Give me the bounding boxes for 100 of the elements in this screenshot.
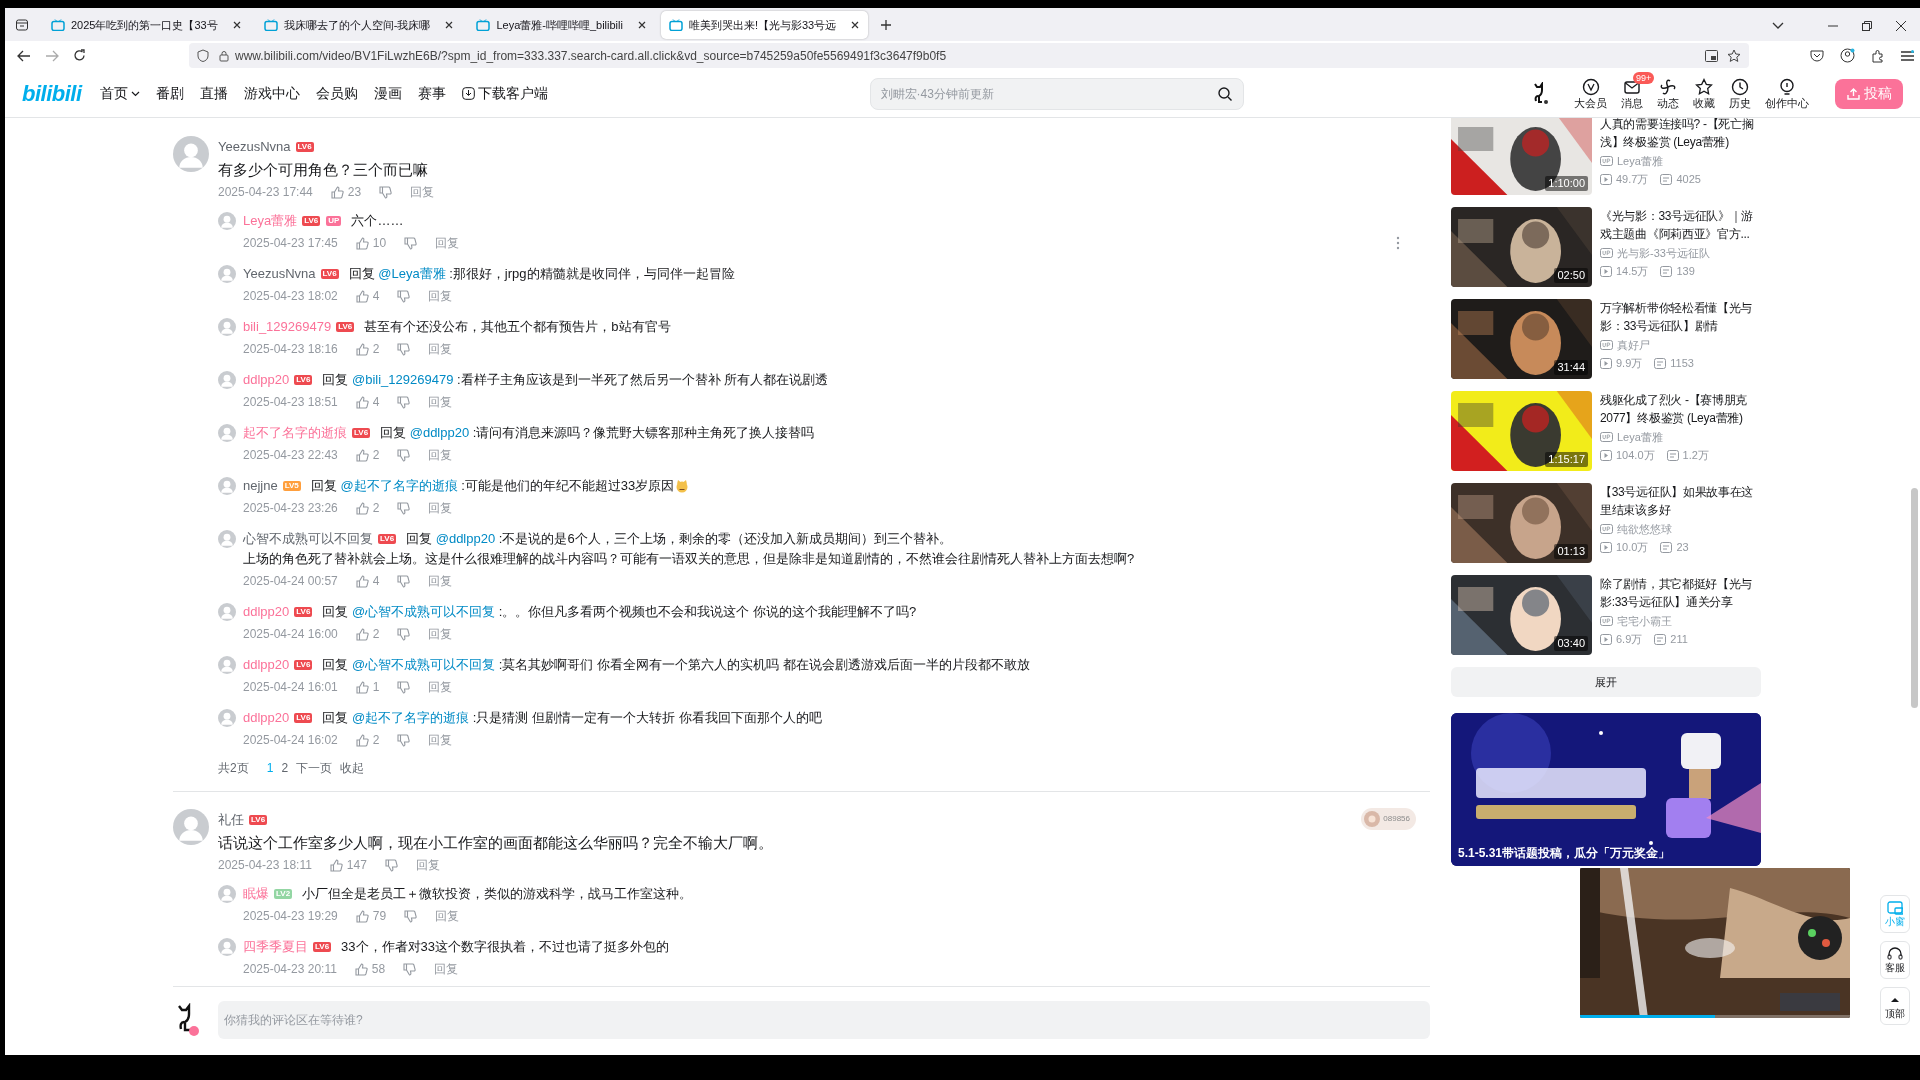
nav-link[interactable]: 漫画 <box>373 83 402 104</box>
browser-tab[interactable]: 我床哪去了的个人空间-我床哪 <box>255 11 463 39</box>
mention-link[interactable]: @起不了名字的逝痕 <box>340 478 458 493</box>
reply-button[interactable]: 回复 <box>428 446 453 464</box>
video-title[interactable]: 人真的需要连接吗? -【死亡搁浅】终极鉴赏 (Leya蕾雅) <box>1600 118 1761 151</box>
thumbs-down-icon[interactable] <box>397 574 411 588</box>
mention-link[interactable]: @心智不成熟可以不回复 <box>352 604 496 619</box>
username[interactable]: 眠爆 <box>243 884 269 904</box>
username[interactable]: Leya蕾雅 <box>243 211 298 231</box>
restore-icon[interactable] <box>1862 21 1872 31</box>
more-menu-icon[interactable] <box>1396 236 1400 250</box>
browser-tab[interactable]: 唯美到哭出来!【光与影33号远 <box>660 11 869 39</box>
thumbs-down-icon[interactable] <box>397 501 411 515</box>
video-thumbnail[interactable]: 1:15:17 <box>1451 391 1592 471</box>
header-action[interactable]: 动态 <box>1657 77 1679 110</box>
thumbs-down-icon[interactable] <box>379 185 393 199</box>
video-thumbnail[interactable]: 03:40 <box>1451 575 1592 655</box>
video-thumbnail[interactable]: 02:50 <box>1451 207 1592 287</box>
thumbs-down-icon[interactable] <box>397 395 411 409</box>
like-button[interactable]: 2 <box>355 625 380 643</box>
nav-link[interactable]: 下载客户端 <box>461 83 548 104</box>
pocket-icon[interactable] <box>1810 49 1824 62</box>
uploader-name[interactable]: 真好尸 <box>1617 337 1650 353</box>
header-action[interactable]: 收藏 <box>1693 77 1715 110</box>
like-button[interactable]: 147 <box>329 856 367 874</box>
site-logo[interactable]: bilibili <box>22 82 82 105</box>
reply-button[interactable]: 回复 <box>428 340 453 358</box>
nav-link[interactable]: 游戏中心 <box>243 83 300 104</box>
like-button[interactable]: 10 <box>355 234 387 252</box>
uploader-name[interactable]: 光与影-33号远征队 <box>1617 245 1710 261</box>
nav-link[interactable]: 直播 <box>199 83 228 104</box>
tab-list-icon[interactable] <box>15 18 29 32</box>
video-title[interactable]: 《光与影：33号远征队》｜游戏主题曲《阿莉西亚》官方... <box>1600 207 1761 243</box>
back-icon[interactable] <box>17 49 31 62</box>
next-page-link[interactable]: 下一页 <box>296 759 333 777</box>
username[interactable]: ddlpp20 <box>243 602 290 622</box>
comment-input[interactable]: 你猜我的评论区在等待谁? <box>218 1001 1430 1039</box>
username[interactable]: ddlpp20 <box>243 708 290 728</box>
video-title[interactable]: 万字解析带你轻松看懂【光与影：33号远征队】剧情 <box>1600 299 1761 335</box>
thumbs-down-icon[interactable] <box>404 909 418 923</box>
like-button[interactable]: 2 <box>355 499 380 517</box>
reply-button[interactable]: 回复 <box>410 183 435 201</box>
uploader-name[interactable]: 宅宅小霸王 <box>1617 613 1672 629</box>
reply-button[interactable]: 回复 <box>428 572 453 590</box>
reply-button[interactable]: 回复 <box>428 499 453 517</box>
mention-link[interactable]: @ddlpp20 <box>409 425 470 440</box>
reply-button[interactable]: 回复 <box>428 393 453 411</box>
side-tool-button[interactable]: 顶部 <box>1880 987 1910 1025</box>
username[interactable]: 心智不成熟可以不回复 <box>243 529 373 549</box>
reply-button[interactable]: 回复 <box>435 907 460 925</box>
username[interactable]: YeezusNvna <box>218 137 291 157</box>
username[interactable]: 礼任 <box>218 810 244 830</box>
reply-button[interactable]: 回复 <box>435 234 460 252</box>
like-button[interactable]: 2 <box>355 446 380 464</box>
username[interactable]: ddlpp20 <box>243 370 290 390</box>
video-thumbnail[interactable]: 31:44 <box>1451 299 1592 379</box>
reply-button[interactable]: 回复 <box>428 287 453 305</box>
nav-link[interactable]: 番剧 <box>155 83 184 104</box>
mention-link[interactable]: @Leya蕾雅 <box>378 266 446 281</box>
thumbs-down-icon[interactable] <box>397 733 411 747</box>
account-icon[interactable] <box>1840 48 1855 63</box>
thumbs-down-icon[interactable] <box>397 448 411 462</box>
thumbs-down-icon[interactable] <box>397 342 411 356</box>
page-link[interactable]: 2 <box>281 759 289 777</box>
thumbs-down-icon[interactable] <box>397 627 411 641</box>
browser-tab[interactable]: 2025年吃到的第一口史【33号 <box>43 11 250 39</box>
like-button[interactable]: 2 <box>355 731 380 749</box>
username[interactable]: YeezusNvna <box>243 264 316 284</box>
mention-link[interactable]: @bili_129269479 <box>352 372 454 387</box>
username[interactable]: 四季季夏目 <box>243 937 308 957</box>
star-icon[interactable] <box>1727 48 1741 63</box>
uploader-name[interactable]: Leya蕾雅 <box>1617 153 1663 169</box>
page-link[interactable]: 1 <box>266 759 274 777</box>
side-tool-button[interactable]: 客服 <box>1880 941 1910 979</box>
thumbs-down-icon[interactable] <box>397 289 411 303</box>
collapse-link[interactable]: 收起 <box>340 759 365 777</box>
username[interactable]: 起不了名字的逝痕 <box>243 423 347 443</box>
video-thumbnail[interactable]: 01:13 <box>1451 483 1592 563</box>
nav-link[interactable]: 首页 <box>99 83 140 104</box>
search-field[interactable]: 刘畊宏·43分钟前更新 <box>869 77 1244 110</box>
reply-button[interactable]: 回复 <box>428 731 453 749</box>
like-button[interactable]: 4 <box>355 572 380 590</box>
close-icon[interactable] <box>231 20 242 30</box>
upload-button[interactable]: 投稿 <box>1835 78 1903 109</box>
video-title[interactable]: 残躯化成了烈火 -【赛博朋克2077】终极鉴赏 (Leya蕾雅) <box>1600 391 1761 427</box>
mention-link[interactable]: @心智不成熟可以不回复 <box>352 657 496 672</box>
search-icon[interactable] <box>1217 86 1232 101</box>
like-button[interactable]: 1 <box>355 678 380 696</box>
expand-button[interactable]: 展开 <box>1451 667 1761 697</box>
like-button[interactable]: 58 <box>354 960 386 978</box>
reply-button[interactable]: 回复 <box>428 678 453 696</box>
mention-link[interactable]: @起不了名字的逝痕 <box>352 710 470 725</box>
address-bar[interactable]: www.bilibili.com/video/BV1FiLwzhE6B/?spm_id_from=333.337.search-card.all.click&vd_source=b745259a50fe5569491f3c3647f9b0f5 <box>189 43 1749 68</box>
close-icon[interactable] <box>636 20 647 30</box>
uploader-name[interactable]: Leya蕾雅 <box>1617 429 1663 445</box>
like-button[interactable]: 23 <box>330 183 362 201</box>
picture-in-picture-icon[interactable] <box>1705 49 1718 62</box>
uploader-name[interactable]: 纯欲悠悠球 <box>1617 521 1672 537</box>
video-title[interactable]: 【33号远征队】如果故事在这里结束该多好 <box>1600 483 1761 519</box>
ad-banner[interactable]: 5.1-5.31带话题投稿，瓜分「万元奖金」 <box>1451 713 1761 866</box>
